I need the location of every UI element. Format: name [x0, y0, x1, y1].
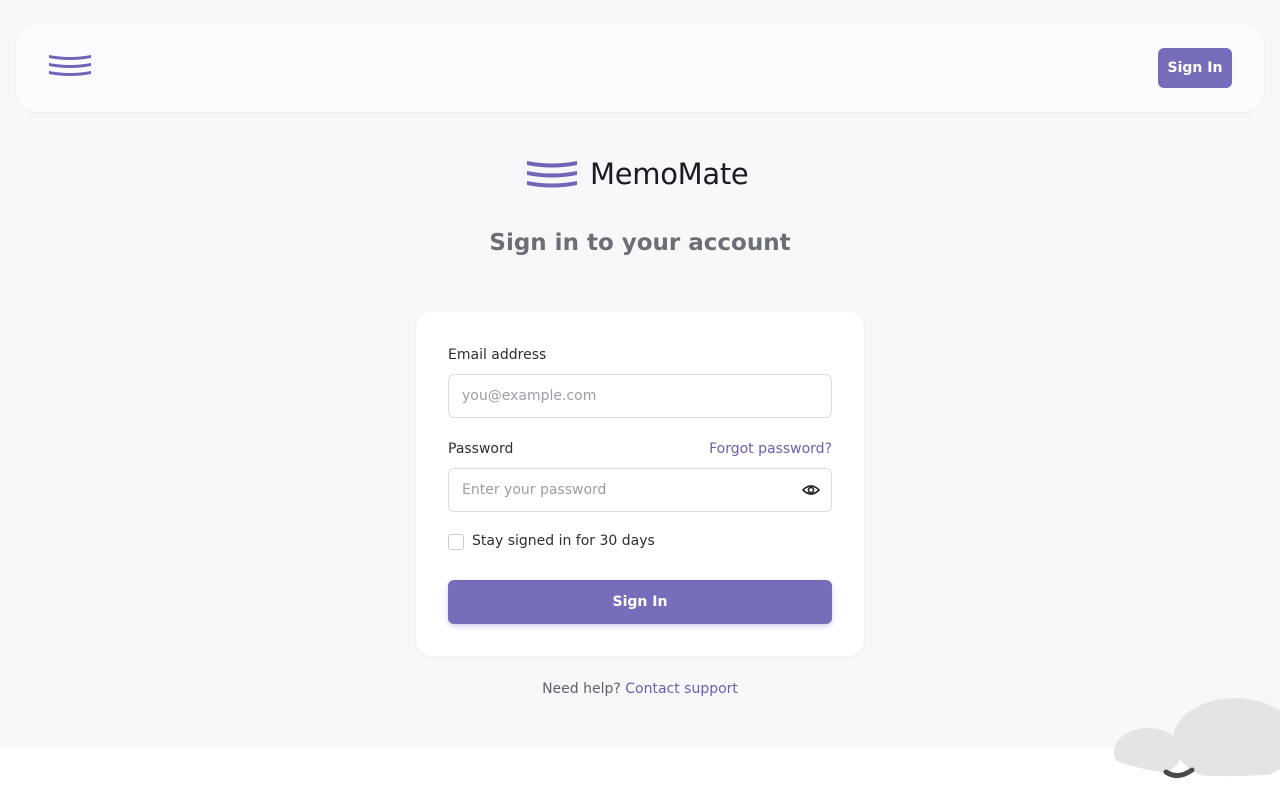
remember-me-checkbox[interactable] [448, 534, 464, 550]
contact-support-link[interactable]: Contact support [625, 681, 738, 697]
memomate-brand-mark-icon [527, 161, 577, 188]
brand-name: MemoMate [590, 157, 749, 191]
brand-lockup: MemoMate [526, 156, 749, 192]
mascot-illustration [1114, 698, 1280, 788]
email-field[interactable] [448, 374, 832, 418]
email-label: Email address [448, 347, 547, 363]
header-sign-in-button[interactable]: Sign In [1158, 48, 1232, 88]
page-title: Sign in to your account [489, 230, 791, 256]
sign-in-submit-button[interactable]: Sign In [448, 580, 832, 624]
top-navigation-bar: Sign In [16, 24, 1264, 112]
sign-in-card: Email address Password Forgot password? … [416, 312, 864, 656]
memomate-logo-icon[interactable] [48, 53, 92, 79]
eye-icon[interactable] [802, 482, 820, 498]
page-background: Sign In MemoMate Sign in to your account… [0, 0, 1280, 748]
forgot-password-link[interactable]: Forgot password? [709, 441, 832, 457]
password-label: Password [448, 441, 514, 457]
help-text: Need help? [542, 681, 621, 697]
remember-me-label[interactable]: Stay signed in for 30 days [472, 533, 655, 549]
help-footer: Need help? Contact support [0, 681, 1280, 697]
password-field[interactable] [448, 468, 832, 512]
